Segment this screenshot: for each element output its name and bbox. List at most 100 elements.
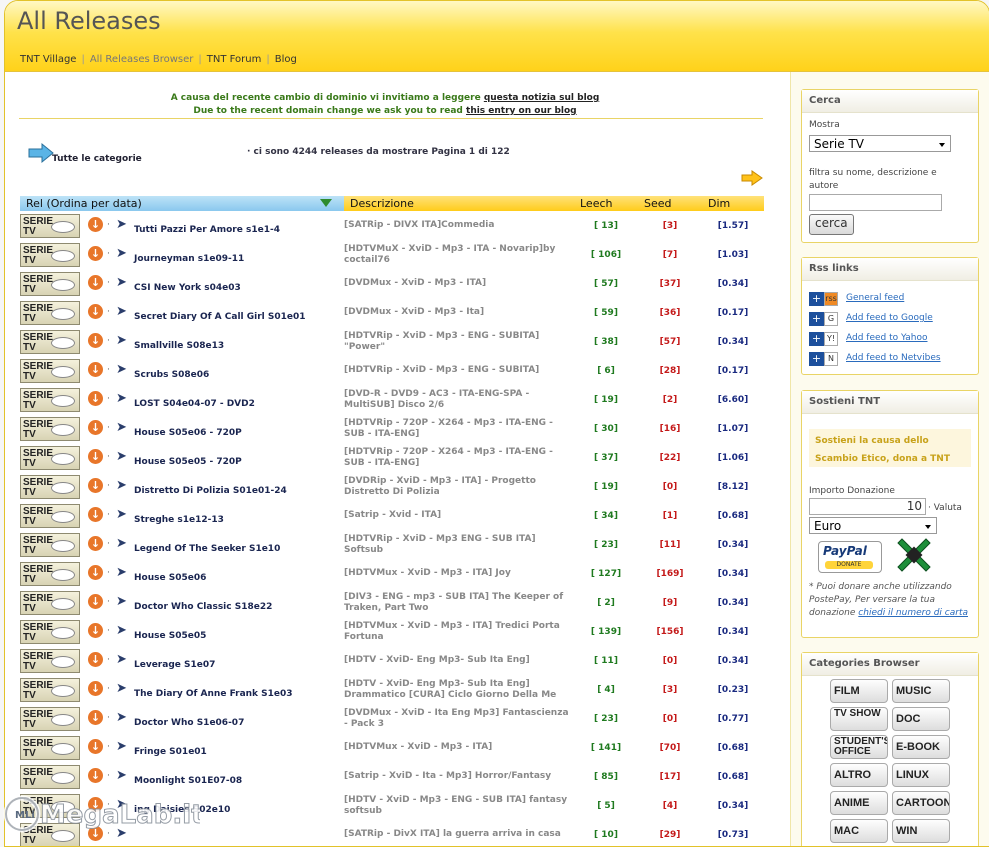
nav-all-releases[interactable]: All Releases Browser [90, 54, 194, 65]
magnet-icon[interactable]: ➤ [116, 768, 131, 783]
rss-link[interactable]: General feed [846, 293, 904, 303]
category-button[interactable]: E-BOOK [892, 735, 950, 759]
serie-tv-badge-icon[interactable]: SERIE TV [20, 214, 80, 238]
col-dim[interactable]: Dim [702, 196, 764, 211]
serie-tv-badge-icon[interactable]: SERIE TV [20, 475, 80, 499]
magnet-icon[interactable]: ➤ [116, 739, 131, 754]
category-button[interactable]: MAC [830, 819, 888, 843]
serie-tv-badge-icon[interactable]: SERIE TV [20, 736, 80, 760]
magnet-icon[interactable]: ➤ [116, 536, 131, 551]
paypal-donate-button[interactable]: PayPal DONATE [818, 541, 882, 573]
download-icon[interactable]: ↓ [88, 768, 103, 783]
download-icon[interactable]: ↓ [88, 420, 103, 435]
serie-tv-badge-icon[interactable]: SERIE TV [20, 417, 80, 441]
magnet-icon[interactable]: ➤ [116, 420, 131, 435]
category-button[interactable]: STUDENT'S OFFICE [830, 735, 888, 759]
release-title[interactable]: House S05e05 - 720P [134, 457, 242, 467]
serie-tv-badge-icon[interactable]: SERIE TV [20, 591, 80, 615]
magnet-icon[interactable]: ➤ [116, 246, 131, 261]
serie-tv-badge-icon[interactable]: SERIE TV [20, 765, 80, 789]
download-icon[interactable]: ↓ [88, 507, 103, 522]
magnet-icon[interactable]: ➤ [116, 391, 131, 406]
serie-tv-badge-icon[interactable]: SERIE TV [20, 533, 80, 557]
category-button[interactable]: MUSIC [892, 679, 950, 703]
release-title[interactable]: Legend Of The Seeker S1e10 [134, 544, 280, 554]
next-page-icon[interactable] [741, 170, 763, 186]
serie-tv-badge-icon[interactable]: SERIE TV [20, 388, 80, 412]
release-title[interactable]: Journeyman s1e09-11 [134, 254, 244, 264]
magnet-icon[interactable]: ➤ [116, 217, 131, 232]
rss-link[interactable]: Add feed to Yahoo [846, 333, 928, 343]
serie-tv-badge-icon[interactable]: SERIE TV [20, 678, 80, 702]
serie-tv-badge-icon[interactable]: SERIE TV [20, 301, 80, 325]
serie-tv-badge-icon[interactable]: SERIE TV [20, 707, 80, 731]
all-categories-link[interactable]: Tutte le categorie [52, 154, 142, 164]
col-rel[interactable]: Rel (Ordina per data) [20, 196, 344, 211]
release-title[interactable]: House S05e06 [134, 573, 206, 583]
magnet-icon[interactable]: ➤ [116, 710, 131, 725]
release-title[interactable]: Leverage S1e07 [134, 660, 215, 670]
magnet-icon[interactable]: ➤ [116, 478, 131, 493]
magnet-icon[interactable]: ➤ [116, 275, 131, 290]
magnet-icon[interactable]: ➤ [116, 594, 131, 609]
release-title[interactable]: LOST S04e04-07 - DVD2 [134, 399, 255, 409]
amount-input[interactable]: 10 [809, 498, 926, 515]
release-title[interactable]: Moonlight S01E07-08 [134, 776, 242, 786]
download-icon[interactable]: ↓ [88, 362, 103, 377]
magnet-icon[interactable]: ➤ [116, 449, 131, 464]
download-icon[interactable]: ↓ [88, 246, 103, 261]
scambio-etico-icon[interactable] [894, 535, 934, 575]
col-leech[interactable]: Leech [574, 196, 638, 211]
magnet-icon[interactable]: ➤ [116, 681, 131, 696]
serie-tv-badge-icon[interactable]: SERIE TV [20, 272, 80, 296]
category-button[interactable]: WIN [892, 819, 950, 843]
serie-tv-badge-icon[interactable]: SERIE TV [20, 359, 80, 383]
release-title[interactable]: CSI New York s04e03 [134, 283, 241, 293]
serie-tv-badge-icon[interactable]: SERIE TV [20, 243, 80, 267]
download-icon[interactable]: ↓ [88, 565, 103, 580]
filter-input[interactable] [809, 194, 942, 211]
download-icon[interactable]: ↓ [88, 304, 103, 319]
nav-tnt-village[interactable]: TNT Village [20, 54, 76, 65]
category-button[interactable]: ALTRO [830, 763, 888, 787]
serie-tv-badge-icon[interactable]: SERIE TV [20, 620, 80, 644]
serie-tv-badge-icon[interactable]: SERIE TV [20, 446, 80, 470]
download-icon[interactable]: ↓ [88, 623, 103, 638]
category-button[interactable]: TV SHOW [830, 707, 888, 731]
category-button[interactable]: DOC [892, 707, 950, 731]
nav-tnt-forum[interactable]: TNT Forum [207, 54, 262, 65]
category-select[interactable]: Serie TV [809, 135, 951, 152]
magnet-icon[interactable]: ➤ [116, 623, 131, 638]
download-icon[interactable]: ↓ [88, 594, 103, 609]
download-icon[interactable]: ↓ [88, 681, 103, 696]
category-button[interactable]: ANIME [830, 791, 888, 815]
category-button[interactable]: CARTOON [892, 791, 950, 815]
magnet-icon[interactable]: ➤ [116, 333, 131, 348]
search-button[interactable]: cerca [809, 214, 854, 235]
release-title[interactable]: The Diary Of Anne Frank S1e03 [134, 689, 293, 699]
serie-tv-badge-icon[interactable]: SERIE TV [20, 649, 80, 673]
download-icon[interactable]: ↓ [88, 333, 103, 348]
category-button[interactable]: FILM [830, 679, 888, 703]
release-title[interactable]: Doctor Who Classic S18e22 [134, 602, 272, 612]
serie-tv-badge-icon[interactable]: SERIE TV [20, 504, 80, 528]
release-title[interactable]: Doctor Who S1e06-07 [134, 718, 244, 728]
col-descrizione[interactable]: Descrizione [344, 196, 574, 211]
magnet-icon[interactable]: ➤ [116, 362, 131, 377]
notice-it-link[interactable]: questa notizia sul blog [484, 93, 599, 103]
download-icon[interactable]: ↓ [88, 478, 103, 493]
release-title[interactable]: Streghe s1e12-13 [134, 515, 224, 525]
download-icon[interactable]: ↓ [88, 449, 103, 464]
serie-tv-badge-icon[interactable]: SERIE TV [20, 562, 80, 586]
release-title[interactable]: House S05e06 - 720P [134, 428, 242, 438]
release-title[interactable]: Secret Diary Of A Call Girl S01e01 [134, 312, 306, 322]
download-icon[interactable]: ↓ [88, 391, 103, 406]
release-title[interactable]: Fringe S01e01 [134, 747, 207, 757]
magnet-icon[interactable]: ➤ [116, 507, 131, 522]
magnet-icon[interactable]: ➤ [116, 304, 131, 319]
release-title[interactable]: Tutti Pazzi Per Amore s1e1-4 [134, 225, 280, 235]
nav-blog[interactable]: Blog [275, 54, 297, 65]
category-button[interactable]: LINUX [892, 763, 950, 787]
download-icon[interactable]: ↓ [88, 275, 103, 290]
rss-link[interactable]: Add feed to Netvibes [846, 353, 941, 363]
